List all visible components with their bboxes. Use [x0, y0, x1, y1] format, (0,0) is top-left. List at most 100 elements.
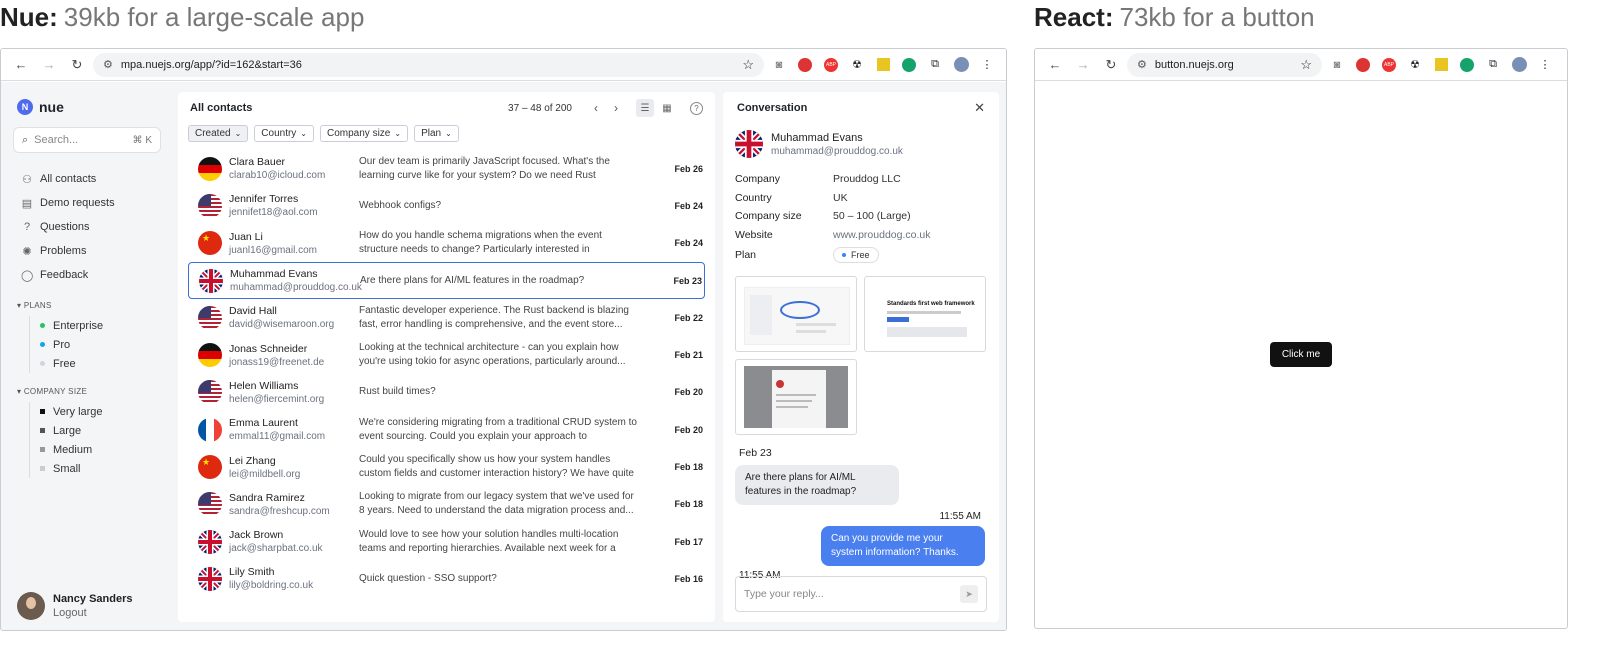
contact-name: David Hall	[229, 305, 277, 318]
sidebar-item-all-contacts[interactable]: ⚇ All contacts	[13, 167, 161, 191]
size-filter-item[interactable]: Small	[40, 459, 161, 478]
contact-email: clarab10@icloud.com	[229, 170, 326, 182]
bookmark-star-icon[interactable]: ☆	[742, 57, 754, 73]
plan-filter-item[interactable]: Enterprise	[40, 316, 161, 335]
size-filter-item[interactable]: Large	[40, 421, 161, 440]
send-icon[interactable]: ➤	[960, 585, 978, 603]
forward-icon[interactable]: →	[1071, 53, 1095, 77]
attachment-thumbnail[interactable]: Standards first web framework	[864, 276, 986, 352]
filter-country[interactable]: Country ⌄	[254, 125, 314, 142]
help-icon[interactable]: ?	[690, 101, 703, 115]
plan-filter-item[interactable]: Pro	[40, 335, 161, 354]
plan-detail: Plan Free	[735, 244, 987, 266]
detail-row: Company Prouddog LLC	[735, 170, 987, 189]
contact-name: Clara Bauer	[229, 156, 286, 169]
search-input[interactable]: ⌕ Search... ⌘ K	[13, 127, 161, 153]
plans-section-title[interactable]: ▾ PLANS	[13, 301, 161, 310]
filter-company-size[interactable]: Company size ⌄	[320, 125, 409, 142]
message-preview: We're considering migrating from a tradi…	[359, 416, 637, 442]
bookmark-star-icon[interactable]: ☆	[1300, 57, 1312, 73]
site-settings-icon[interactable]: ⚙	[103, 58, 113, 71]
company-size-section-title[interactable]: ▾ COMPANY SIZE	[13, 387, 161, 396]
table-row[interactable]: Jonas Schneider jonass19@freenet.de Lookin…	[178, 336, 715, 373]
camera-extension-icon[interactable]: ◙	[768, 54, 790, 76]
message-date: Feb 17	[674, 536, 703, 547]
sidebar-item-feedback[interactable]: ◯ Feedback	[13, 263, 161, 287]
table-row[interactable]: Sandra Ramirez sandra@freshcup.com Looking…	[178, 486, 715, 523]
back-icon[interactable]: ←	[1043, 53, 1067, 77]
radiation-extension-icon[interactable]: ☢	[1404, 54, 1426, 76]
extensions-puzzle-icon[interactable]: ⧉	[1482, 54, 1504, 76]
table-row[interactable]: Jack Brown jack@sharpbat.co.uk Would love …	[178, 523, 715, 560]
table-row[interactable]: Helen Williams helen@fiercemint.org Rust b…	[178, 374, 715, 411]
uk-flag-icon	[198, 566, 222, 591]
search-shortcut: ⌘ K	[132, 134, 152, 146]
profile-avatar-icon[interactable]	[1508, 54, 1530, 76]
menu-kebab-icon[interactable]: ⋮	[976, 54, 998, 76]
reload-icon[interactable]: ↻	[1099, 53, 1123, 77]
us-flag-icon	[198, 193, 222, 218]
logout-link[interactable]: Logout	[53, 607, 132, 619]
message-date: Feb 24	[674, 238, 703, 249]
app-logo[interactable]: N nue	[17, 99, 161, 115]
grammarly-extension-icon[interactable]	[1456, 54, 1478, 76]
table-row[interactable]: Emma Laurent emmal11@gmail.com We're consi…	[178, 411, 715, 448]
menu-kebab-icon[interactable]: ⋮	[1534, 54, 1556, 76]
address-bar[interactable]: ⚙ button.nuejs.org ☆	[1127, 52, 1322, 77]
detail-value: Prouddog LLC	[833, 173, 901, 186]
filter-plan[interactable]: Plan ⌄	[414, 125, 459, 142]
contact-name: Sandra Ramirez	[229, 491, 305, 504]
extensions-puzzle-icon[interactable]: ⧉	[924, 54, 946, 76]
chevron-down-icon: ⌄	[234, 129, 242, 138]
message-preview: Looking at the technical architecture - …	[359, 342, 626, 368]
filter-created[interactable]: Created ⌄	[188, 125, 249, 142]
camera-extension-icon[interactable]: ◙	[1326, 54, 1348, 76]
detail-value[interactable]: www.prouddog.co.uk	[833, 229, 930, 241]
back-icon[interactable]: ←	[9, 53, 33, 77]
address-bar[interactable]: ⚙ mpa.nuejs.org/app/?id=162&start=36 ☆	[93, 52, 764, 77]
table-row[interactable]: ★ Lei Zhang lei@mildbell.org Could you spec…	[178, 448, 715, 485]
plan-filter-item[interactable]: Free	[40, 354, 161, 373]
site-settings-icon[interactable]: ⚙	[1137, 58, 1147, 71]
table-row[interactable]: Jennifer Torres jennifet18@aol.com Webhook…	[178, 187, 715, 224]
next-page-icon[interactable]: ›	[606, 101, 626, 115]
message-preview: Webhook configs?	[359, 199, 442, 211]
close-icon[interactable]: ✕	[974, 100, 985, 116]
grammarly-extension-icon[interactable]	[898, 54, 920, 76]
contacts-header: All contacts 37 – 48 of 200 ‹ › ☰ ▦ ?	[178, 94, 715, 122]
adblock-extension-icon[interactable]: ABP	[820, 54, 842, 76]
list-view-icon[interactable]: ☰	[636, 99, 654, 117]
sidebar-item-demo-requests[interactable]: ▤ Demo requests	[13, 191, 161, 215]
profile-avatar-icon[interactable]	[950, 54, 972, 76]
attachment-thumbnail[interactable]	[735, 359, 857, 435]
contact-name: Jack Brown	[229, 529, 284, 542]
yellow-extension-icon[interactable]	[1430, 54, 1452, 76]
sidebar-item-problems[interactable]: ✺ Problems	[13, 239, 161, 263]
yellow-extension-icon[interactable]	[872, 54, 894, 76]
reply-input[interactable]: Type your reply... ➤	[735, 576, 987, 612]
table-row[interactable]: David Hall david@wisemaroon.org Fantastic …	[178, 299, 715, 336]
cn-flag-icon: ★	[198, 455, 222, 480]
table-row[interactable]: Muhammad Evans muhammad@prouddog.co.uk Are…	[188, 261, 705, 300]
size-filter-item[interactable]: Medium	[40, 440, 161, 459]
click-me-button[interactable]: Click me	[1270, 342, 1332, 367]
user-profile[interactable]: Nancy Sanders Logout	[17, 592, 132, 620]
table-row[interactable]: Clara Bauer clarab10@icloud.com Our dev te…	[178, 150, 715, 187]
table-row[interactable]: ★ Juan Li juanl16@gmail.com How do you hand…	[178, 225, 715, 262]
size-filter-item[interactable]: Very large	[40, 402, 161, 421]
forward-icon[interactable]: →	[37, 53, 61, 77]
stop-extension-icon[interactable]	[1352, 54, 1374, 76]
message-date: Feb 20	[674, 387, 703, 398]
radiation-extension-icon[interactable]: ☢	[846, 54, 868, 76]
attachment-thumbnail[interactable]	[735, 276, 857, 352]
stop-extension-icon[interactable]	[794, 54, 816, 76]
prev-page-icon[interactable]: ‹	[586, 101, 606, 115]
reload-icon[interactable]: ↻	[65, 53, 89, 77]
plan-badge: Free	[833, 247, 879, 263]
app-body: N nue ⌕ Search... ⌘ K ⚇ All contacts ▤ Demo…	[1, 82, 1006, 630]
grid-view-icon[interactable]: ▦	[658, 99, 676, 117]
sidebar-item-questions[interactable]: ? Questions	[13, 215, 161, 239]
table-row[interactable]: Lily Smith lily@boldring.co.uk Quick quest…	[178, 560, 715, 597]
adblock-extension-icon[interactable]: ABP	[1378, 54, 1400, 76]
chevron-down-icon: ⌄	[300, 129, 307, 138]
